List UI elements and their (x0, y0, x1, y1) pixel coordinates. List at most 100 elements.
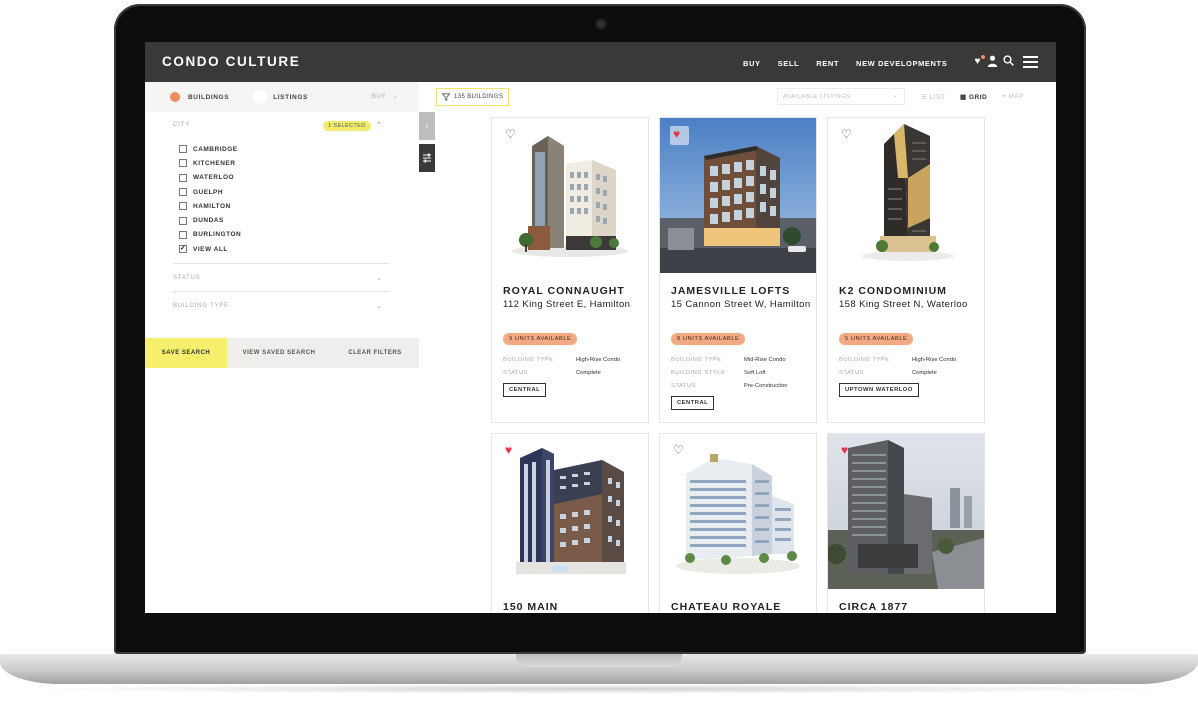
building-name[interactable]: 150 MAIN (503, 601, 558, 613)
checkbox[interactable] (179, 145, 187, 154)
checkbox[interactable] (179, 230, 187, 239)
chevron-up-icon[interactable]: ⌃ (376, 121, 382, 129)
city-option-label: BURLINGTON (193, 231, 242, 239)
city-option-dundas[interactable]: DUNDAS (179, 213, 241, 227)
buildings-radio[interactable] (170, 92, 180, 102)
detail-value: High-Rise Condo (912, 356, 957, 363)
listings-label[interactable]: LISTINGS (273, 94, 308, 101)
building-card[interactable]: ♥ JAMESVILLE LOFTS 15 Cannon Street W, H… (659, 117, 817, 423)
favorite-heart-icon[interactable]: ♡ (505, 128, 516, 140)
detail-value: High-Rise Condo (576, 356, 621, 363)
checkbox[interactable] (179, 202, 187, 211)
city-option-burlington[interactable]: BURLINGTON (179, 228, 241, 242)
detail-key: BUILDING TYPE (839, 356, 890, 363)
detail-key: BUILDING TYPE (671, 356, 722, 363)
laptop-notch (516, 654, 682, 667)
neighbourhood-tag[interactable]: CENTRAL (671, 396, 715, 410)
building-name[interactable]: JAMESVILLE LOFTS (671, 285, 790, 297)
building-card[interactable]: ♥ CIRCA 1877 (827, 433, 985, 613)
building-card[interactable]: ♡ CHATEAU ROYALE (659, 433, 817, 613)
checkbox[interactable] (179, 159, 187, 168)
city-option-waterloo[interactable]: WATERLOO (179, 171, 241, 185)
listings-radio[interactable] (253, 90, 268, 104)
detail-key: BUILDING TYPE (503, 356, 554, 363)
city-option-hamilton[interactable]: HAMILTON (179, 199, 241, 213)
divider (173, 263, 389, 264)
view-grid-button[interactable]: ▦ GRID (960, 93, 987, 101)
chevron-down-icon: ⌄ (892, 93, 898, 99)
collapse-panel-button[interactable]: ‹ (419, 112, 435, 140)
user-icon[interactable] (987, 55, 1000, 68)
nav-sell[interactable]: SELL (778, 59, 800, 68)
chevron-down-icon[interactable]: ⌄ (376, 302, 382, 310)
divider (173, 291, 389, 292)
building-image (492, 434, 648, 589)
top-navigation: CONDO CULTURE BUY SELL RENT NEW DEVELOPM… (145, 42, 1056, 82)
transaction-select-value: BUY (372, 94, 387, 100)
city-option-guelph[interactable]: GUELPH (179, 185, 241, 199)
filter-icon (442, 93, 450, 101)
buildings-count-filter[interactable]: 135 BUILDINGS (436, 88, 510, 106)
city-option-label: CAMBRIDGE (193, 145, 238, 153)
view-map-label: MAP (1008, 93, 1025, 100)
search-icon[interactable] (1003, 55, 1016, 68)
view-map-button[interactable]: ⌖ MAP (1002, 93, 1024, 101)
city-option-kitchener[interactable]: KITCHENER (179, 156, 241, 170)
menu-icon[interactable] (1023, 55, 1038, 68)
city-section-label[interactable]: CITY (173, 122, 190, 128)
buildings-count-label: 135 BUILDINGS (454, 94, 504, 100)
checkbox[interactable] (179, 173, 187, 182)
save-search-button[interactable]: SAVE SEARCH (145, 338, 227, 368)
units-available-badge: 8 UNITS AVAILABLE (671, 333, 746, 345)
listing-type-select-value: AVAILABLE LISTINGS (783, 93, 851, 100)
heart-icon[interactable]: ♥ (971, 55, 985, 68)
building-name[interactable]: ROYAL CONNAUGHT (503, 285, 625, 297)
status-section-label[interactable]: STATUS (173, 275, 201, 281)
view-list-label: LIST (929, 94, 946, 101)
detail-key: STATUS (503, 369, 529, 376)
building-details: BUILDING TYPE Mid-Rise Condo BUILDING STY… (671, 353, 788, 392)
nav-new-developments[interactable]: NEW DEVELOPMENTS (856, 59, 947, 68)
favorite-heart-icon[interactable]: ♥ (841, 444, 848, 456)
neighbourhood-tag[interactable]: CENTRAL (503, 383, 547, 397)
view-list-button[interactable]: ☰ LIST (921, 93, 945, 101)
neighbourhood-tag[interactable]: UPTOWN WATERLOO (839, 383, 919, 397)
favorite-heart-icon[interactable]: ♡ (673, 444, 684, 456)
city-option-label: KITCHENER (193, 159, 236, 167)
filter-settings-button[interactable] (419, 144, 435, 172)
favorite-heart-icon[interactable]: ♥ (673, 128, 680, 140)
clear-filters-button[interactable]: CLEAR FILTERS (331, 338, 419, 368)
building-card[interactable]: ♡ K2 CONDOMINIUM 158 King Street N, Wate… (827, 117, 985, 423)
units-available-badge: 5 UNITS AVAILABLE (839, 333, 914, 345)
building-card[interactable]: ♡ ROYAL CONNAUGHT 112 King Street E, Ham… (491, 117, 649, 423)
listing-type-select[interactable]: AVAILABLE LISTINGS ⌄ (777, 88, 905, 105)
view-saved-search-button[interactable]: VIEW SAVED SEARCH (227, 338, 331, 368)
favorite-heart-icon[interactable]: ♡ (841, 128, 852, 140)
building-type-section-label[interactable]: BUILDING TYPE (173, 303, 229, 309)
screen: CONDO CULTURE BUY SELL RENT NEW DEVELOPM… (145, 42, 1056, 613)
checkbox[interactable] (179, 216, 187, 225)
city-option-view-all[interactable]: ✓ VIEW ALL (179, 242, 241, 256)
brand-logo[interactable]: CONDO CULTURE (162, 54, 300, 69)
units-available-badge: 9 UNITS AVAILABLE (503, 333, 578, 345)
buildings-label[interactable]: BUILDINGS (188, 94, 229, 101)
building-card[interactable]: ♥ 150 MAIN (491, 433, 649, 613)
detail-value: Complete (912, 369, 937, 376)
building-image (828, 434, 984, 589)
nav-buy[interactable]: BUY (743, 59, 761, 68)
checkbox[interactable] (179, 188, 187, 197)
detail-row: BUILDING TYPE High-Rise Condo (503, 353, 620, 366)
building-name[interactable]: K2 CONDOMINIUM (839, 285, 947, 297)
favorite-heart-icon[interactable]: ♥ (505, 444, 512, 456)
detail-row: BUILDING TYPE Mid-Rise Condo (671, 353, 788, 366)
detail-row: STATUS Pre-Construction (671, 379, 788, 392)
building-name[interactable]: CIRCA 1877 (839, 601, 908, 613)
transaction-select[interactable]: BUY ⌄ (372, 93, 398, 100)
building-image (828, 118, 984, 273)
chevron-down-icon[interactable]: ⌄ (376, 274, 382, 282)
building-name[interactable]: CHATEAU ROYALE (671, 601, 781, 613)
city-option-cambridge[interactable]: CAMBRIDGE (179, 142, 241, 156)
checkbox-checked[interactable]: ✓ (179, 245, 187, 254)
building-details: BUILDING TYPE High-Rise Condo STATUS Compl… (839, 353, 956, 379)
nav-rent[interactable]: RENT (816, 59, 839, 68)
